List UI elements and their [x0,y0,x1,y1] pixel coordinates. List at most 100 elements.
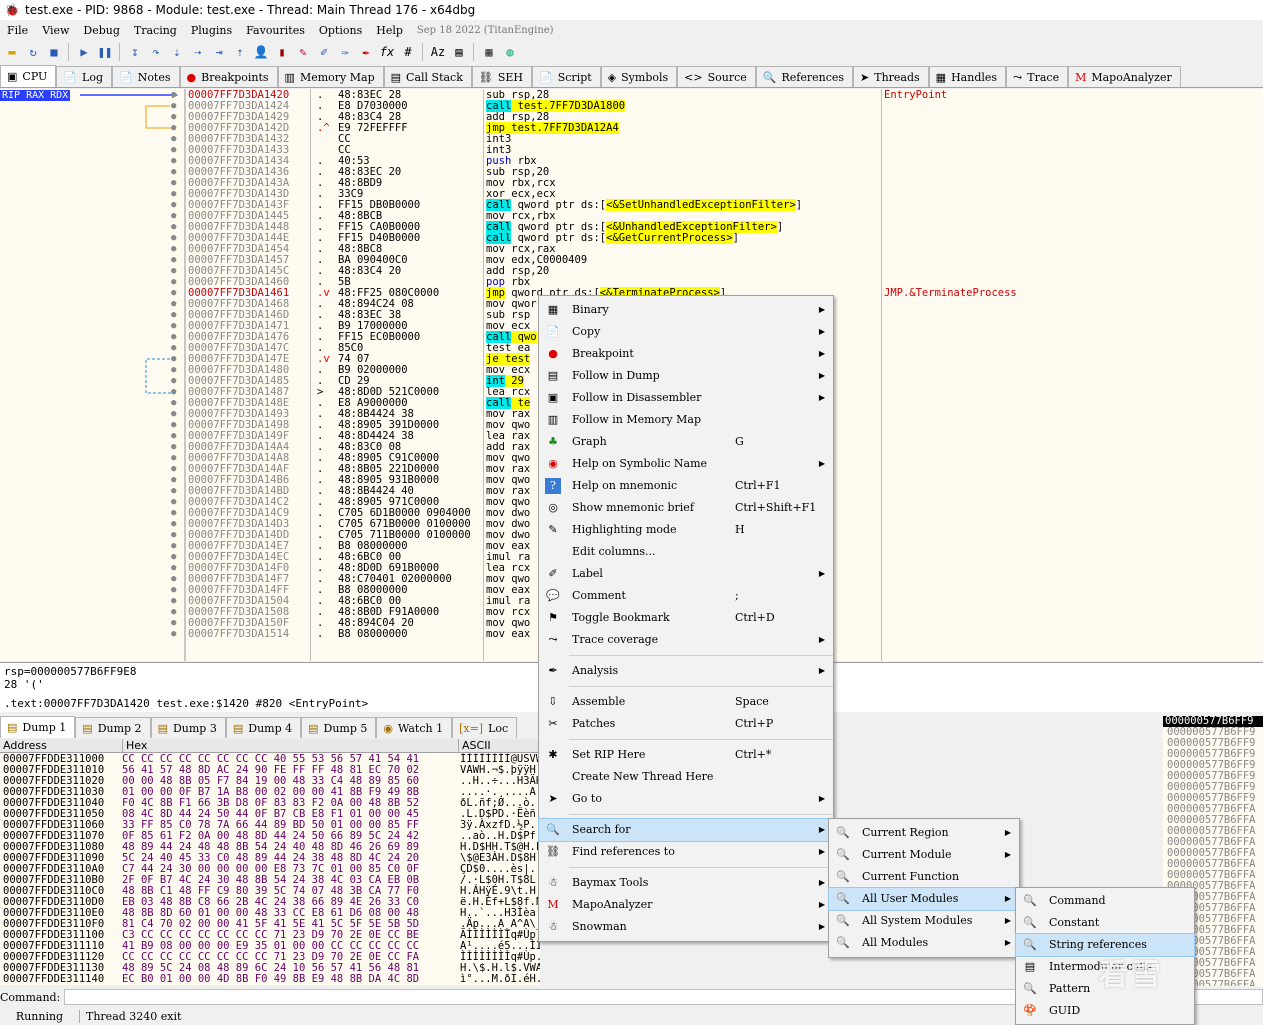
step-into-icon[interactable]: ↧ [126,43,144,61]
font-icon[interactable]: Az [429,43,447,61]
breakpoint-dot[interactable]: ● [171,442,176,453]
labels-icon[interactable]: ✑ [336,43,354,61]
tab-seh[interactable]: ⛓ SEH [471,66,533,87]
tab-symbols[interactable]: ◈ Symbols [600,66,678,87]
tab-dump-5[interactable]: ▤ Dump 5 [301,717,377,738]
tab-handles[interactable]: ▦ Handles [928,66,1007,87]
pause-icon[interactable]: ❚❚ [96,43,114,61]
menu-item-set-rip-here[interactable]: ✱ Set RIP Here Ctrl+* [539,744,833,766]
tab-dump-3[interactable]: ▤ Dump 3 [150,717,226,738]
breakpoint-dot[interactable]: ● [171,519,176,530]
breakpoint-dot[interactable]: ● [171,134,176,145]
menu-item-current-region[interactable]: 🔍 Current Region ▶ [829,822,1019,844]
menu-debug[interactable]: Debug [76,24,127,37]
comments-icon[interactable]: ✐ [315,43,333,61]
tab-watch-1[interactable]: ◉ Watch 1 [376,717,453,738]
menu-item-find-references-to[interactable]: ⛓ Find references to ▶ [539,841,833,863]
menu-item-help-on-symbolic-name[interactable]: ◉ Help on Symbolic Name ▶ [539,453,833,475]
tab-mapoanalyzer[interactable]: M MapoAnalyzer [1068,66,1181,87]
breakpoint-dot[interactable]: ● [171,508,176,519]
breakpoint-dot[interactable]: ● [171,288,176,299]
breakpoint-dot[interactable]: ● [171,376,176,387]
breakpoint-dot[interactable]: ● [171,475,176,486]
breakpoint-dot[interactable]: ● [171,321,176,332]
breakpoint-dot[interactable]: ● [171,464,176,475]
menu-item-command[interactable]: 🔍 Command [1016,890,1194,912]
animate-icon[interactable]: 👤 [252,43,270,61]
menu-item-search-for[interactable]: 🔍 Search for ▶ [538,818,834,842]
breakpoint-dot[interactable]: ● [171,541,176,552]
menu-options[interactable]: Options [312,24,369,37]
calculator-icon[interactable]: ▤ [450,43,468,61]
trace-into-icon[interactable]: ⇣ [168,43,186,61]
restart-icon[interactable]: ↻ [24,43,42,61]
breakpoint-dot[interactable]: ● [171,563,176,574]
step-over-icon[interactable]: ↷ [147,43,165,61]
breakpoint-dot[interactable]: ● [171,178,176,189]
breakpoint-dot[interactable]: ● [171,629,176,640]
menu-file[interactable]: File [0,24,35,37]
menu-item-follow-in-dump[interactable]: ▤ Follow in Dump ▶ [539,365,833,387]
tab-breakpoints[interactable]: ● Breakpoints [179,66,278,87]
breakpoint-dot[interactable]: ● [171,585,176,596]
breakpoint-dot[interactable]: ● [171,420,176,431]
calc-icon[interactable]: ▦ [480,43,498,61]
menu-item-binary[interactable]: ▦ Binary ▶ [539,299,833,321]
breakpoint-dot[interactable]: ● [171,497,176,508]
functions-icon[interactable]: fx [378,43,396,61]
breakpoint-dot[interactable]: ● [171,618,176,629]
breakpoint-dot[interactable]: ● [171,112,176,123]
tab-loc[interactable]: [x=] Loc [452,717,518,738]
tab-threads[interactable]: ➤ Threads [853,66,929,87]
menu-item-analysis[interactable]: ✒ Analysis ▶ [539,660,833,682]
breakpoint-dot[interactable]: ● [171,607,176,618]
breakpoint-dot[interactable]: ● [171,156,176,167]
open-icon[interactable]: ▬ [3,43,21,61]
menu-item-assemble[interactable]: ⇩ Assemble Space [539,691,833,713]
menu-item-current-function[interactable]: 🔍 Current Function [829,866,1019,888]
menu-item-patches[interactable]: ✂ Patches Ctrl+P [539,713,833,735]
tab-notes[interactable]: 📄 Notes [111,66,180,87]
tab-call-stack[interactable]: ▤ Call Stack [383,66,472,87]
tab-trace[interactable]: ⤳ Trace [1006,66,1069,87]
breakpoint-dot[interactable]: ● [171,387,176,398]
menu-item-breakpoint[interactable]: ● Breakpoint ▶ [539,343,833,365]
scylla-icon[interactable]: ▮ [273,43,291,61]
menu-item-all-modules[interactable]: 🔍 All Modules ▶ [829,932,1019,954]
breakpoint-dot[interactable]: ● [171,409,176,420]
execute-till-return-icon[interactable]: ⇥ [210,43,228,61]
globe-icon[interactable]: ◍ [501,43,519,61]
tab-memory-map[interactable]: ▥ Memory Map [277,66,384,87]
menu-item-guid[interactable]: 🍄 GUID [1016,1000,1194,1022]
menu-item-all-user-modules[interactable]: 🔍 All User Modules ▶ [828,887,1020,911]
menu-item-follow-in-memory-map[interactable]: ▥ Follow in Memory Map [539,409,833,431]
menu-help[interactable]: Help [369,24,410,37]
tab-dump-1[interactable]: ▤ Dump 1 [0,716,76,738]
menu-item-graph[interactable]: ♣ Graph G [539,431,833,453]
tab-references[interactable]: 🔍 References [755,66,854,87]
tab-log[interactable]: 📄 Log [56,66,112,87]
tab-dump-2[interactable]: ▤ Dump 2 [75,717,151,738]
menu-favourites[interactable]: Favourites [239,24,312,37]
breakpoint-dot[interactable]: ● [171,233,176,244]
menu-item-snowman[interactable]: ☃ Snowman ▶ [539,916,833,938]
breakpoint-dot[interactable]: ● [171,398,176,409]
breakpoint-dot[interactable]: ● [171,123,176,134]
breakpoint-dot[interactable]: ● [171,90,176,101]
menu-item-constant[interactable]: 🔍 Constant [1016,912,1194,934]
menu-item-highlighting-mode[interactable]: ✎ Highlighting mode H [539,519,833,541]
breakpoint-dot[interactable]: ● [171,299,176,310]
menu-item-current-module[interactable]: 🔍 Current Module ▶ [829,844,1019,866]
breakpoint-dot[interactable]: ● [171,222,176,233]
tab-source[interactable]: <> Source [677,66,756,87]
menu-item-baymax-tools[interactable]: ☃ Baymax Tools ▶ [539,872,833,894]
dump-view[interactable]: 00007FFDDE311000 CC CC CC CC CC CC CC CC … [0,753,540,985]
breakpoint-dot[interactable]: ● [171,167,176,178]
menu-item-show-mnemonic-brief[interactable]: ◎ Show mnemonic brief Ctrl+Shift+F1 [539,497,833,519]
menu-plugins[interactable]: Plugins [184,24,239,37]
tab-dump-4[interactable]: ▤ Dump 4 [225,717,302,738]
run-icon[interactable]: ▶ [75,43,93,61]
menu-item-create-new-thread-here[interactable]: Create New Thread Here [539,766,833,788]
breakpoint-dot[interactable]: ● [171,343,176,354]
breakpoint-dot[interactable]: ● [171,189,176,200]
